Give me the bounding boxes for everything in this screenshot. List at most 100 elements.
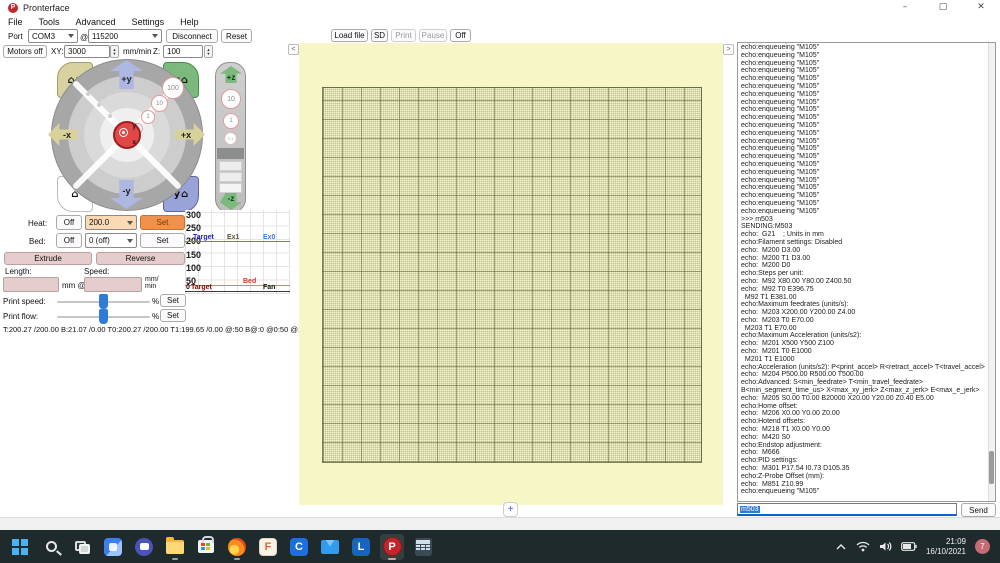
collapse-left-panel-button[interactable]: < bbox=[288, 44, 299, 55]
graph-tick: 300 bbox=[186, 210, 202, 220]
extruder-target-label: Target bbox=[193, 234, 214, 241]
add-button[interactable]: + bbox=[503, 502, 518, 517]
l-app-button[interactable]: L bbox=[349, 534, 373, 560]
tray-chevron-up-icon[interactable] bbox=[835, 543, 847, 551]
chevron-down-icon bbox=[127, 220, 133, 225]
wifi-icon[interactable] bbox=[856, 541, 870, 552]
z-jog-strip: +z 10 1 0.1 -z bbox=[215, 62, 246, 213]
menu-advanced[interactable]: Advanced bbox=[68, 16, 124, 28]
l-app-icon: L bbox=[352, 537, 370, 556]
menu-help[interactable]: Help bbox=[172, 16, 207, 28]
temperature-status-line: T:200.27 /200.00 B:21.07 /0.00 T0:200.27… bbox=[3, 325, 309, 334]
disconnect-button[interactable]: Disconnect bbox=[166, 29, 218, 43]
bed-grid[interactable] bbox=[322, 87, 702, 463]
z-band bbox=[219, 161, 242, 171]
baud-select[interactable]: 115200 bbox=[88, 29, 162, 43]
z-step-10[interactable]: 10 bbox=[221, 89, 241, 109]
load-file-button[interactable]: Load file bbox=[331, 29, 368, 42]
mm-at-label: mm @ bbox=[62, 281, 86, 290]
print-speed-label: Print speed: bbox=[3, 297, 46, 306]
minimize-button[interactable]: – bbox=[886, 0, 924, 16]
bed-target-label: Target bbox=[191, 284, 212, 291]
pause-button: Pause bbox=[419, 29, 447, 42]
pronterface-taskbar-button[interactable]: P bbox=[380, 533, 404, 560]
bed-label: Bed: bbox=[29, 237, 46, 246]
mail-button[interactable] bbox=[318, 534, 342, 560]
collapse-right-panel-button[interactable]: > bbox=[723, 44, 734, 55]
log-scrollbar[interactable] bbox=[988, 43, 995, 501]
print-flow-label: Print flow: bbox=[3, 312, 39, 321]
extrude-button[interactable]: Extrude bbox=[4, 252, 92, 265]
z-minus-button[interactable]: -z bbox=[220, 193, 242, 210]
print-speed-set-button[interactable]: Set bbox=[160, 294, 186, 307]
search-icon bbox=[45, 541, 57, 552]
extrude-length-input[interactable] bbox=[3, 277, 59, 292]
reset-button[interactable]: Reset bbox=[221, 29, 252, 43]
store-button[interactable] bbox=[194, 534, 218, 560]
log-text: echo:enqueueing "M105" echo:enqueueing "… bbox=[741, 44, 985, 496]
graph-tick: 150 bbox=[186, 250, 202, 260]
reverse-button[interactable]: Reverse bbox=[96, 252, 185, 265]
menu-tools[interactable]: Tools bbox=[31, 16, 68, 28]
port-select[interactable]: COM3 bbox=[28, 29, 78, 43]
pronterface-icon: P bbox=[382, 537, 402, 556]
battery-icon[interactable] bbox=[901, 542, 917, 551]
task-view-icon bbox=[75, 540, 90, 554]
heat-temp-select[interactable]: 200.0 bbox=[85, 215, 137, 230]
bed-temp-select[interactable]: 0 (off) bbox=[85, 233, 137, 248]
print-speed-slider[interactable] bbox=[57, 294, 150, 309]
print-flow-slider-handle[interactable] bbox=[99, 309, 108, 324]
taskbar-search[interactable] bbox=[39, 534, 63, 560]
heat-set-button[interactable]: Set bbox=[140, 215, 185, 230]
heat-off-button[interactable]: Off bbox=[56, 215, 82, 230]
z-band bbox=[219, 172, 242, 182]
z-band bbox=[219, 183, 242, 193]
menu-file[interactable]: File bbox=[0, 16, 31, 28]
titlebar: P Pronterface – ▢ ✕ bbox=[0, 0, 1000, 16]
print-flow-slider[interactable] bbox=[57, 309, 150, 324]
print-flow-set-button[interactable]: Set bbox=[160, 309, 186, 322]
extrude-speed-input[interactable] bbox=[84, 277, 142, 292]
window-status-bar bbox=[0, 517, 1000, 530]
bed-line-label: Bed bbox=[243, 278, 257, 285]
file-explorer-icon bbox=[166, 536, 184, 554]
speed-label: Speed: bbox=[84, 267, 110, 276]
close-button[interactable]: ✕ bbox=[962, 0, 1000, 16]
cura-button[interactable]: C bbox=[287, 534, 311, 560]
ex1-label: Ex1 bbox=[227, 234, 240, 241]
notification-badge[interactable]: 7 bbox=[975, 539, 990, 554]
bed-set-button[interactable]: Set bbox=[140, 233, 185, 248]
print-speed-slider-handle[interactable] bbox=[99, 294, 108, 309]
chat-button[interactable] bbox=[132, 534, 156, 560]
f-app-button[interactable]: F bbox=[256, 534, 280, 560]
send-button[interactable]: Send bbox=[961, 503, 996, 517]
log-scrollbar-thumb[interactable] bbox=[989, 451, 994, 484]
firefox-button[interactable] bbox=[225, 534, 249, 560]
jog-step-10: 10 bbox=[151, 95, 168, 112]
widgets-button[interactable] bbox=[101, 534, 125, 560]
menu-settings[interactable]: Settings bbox=[124, 16, 173, 28]
z-step-01[interactable]: 0.1 bbox=[224, 132, 237, 145]
jog-center[interactable]: y x bbox=[113, 121, 141, 149]
maximize-button[interactable]: ▢ bbox=[924, 0, 962, 16]
sd-button[interactable]: SD bbox=[371, 29, 388, 42]
start-button[interactable] bbox=[8, 534, 32, 560]
file-explorer-button[interactable] bbox=[163, 534, 187, 560]
bed-off-button[interactable]: Off bbox=[56, 233, 82, 248]
fan-label: Fan bbox=[263, 284, 276, 291]
volume-icon[interactable] bbox=[879, 541, 892, 552]
off-button[interactable]: Off bbox=[450, 29, 471, 42]
chevron-down-icon bbox=[152, 34, 158, 38]
temperature-graph: 300 250 200 150 100 50 Target Ex1 Ex0 Be… bbox=[185, 210, 290, 294]
z-plus-button[interactable]: +z bbox=[220, 66, 242, 83]
log-output[interactable]: echo:enqueueing "M105" echo:enqueueing "… bbox=[737, 42, 996, 502]
zero-line bbox=[185, 291, 290, 292]
taskbar-clock[interactable]: 21:09 16/10/2021 bbox=[926, 537, 966, 557]
pronterface-window: P Pronterface – ▢ ✕ File Tools Advanced … bbox=[0, 0, 1000, 530]
calculator-button[interactable] bbox=[411, 534, 435, 560]
task-view-button[interactable] bbox=[70, 534, 94, 560]
bed-view-panel[interactable] bbox=[299, 43, 723, 505]
firefox-icon bbox=[228, 537, 246, 556]
z-step-1[interactable]: 1 bbox=[223, 113, 239, 129]
gcode-command-input[interactable]: m503 bbox=[737, 503, 957, 516]
